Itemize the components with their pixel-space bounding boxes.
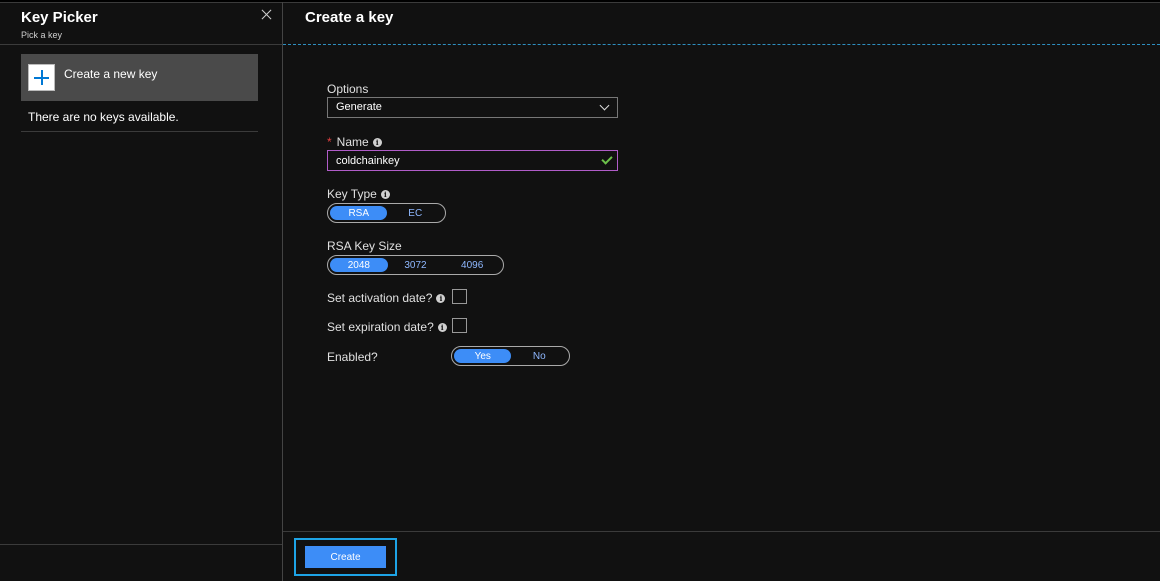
expiration-date-label: Set expiration date? [327, 320, 434, 334]
name-label-row: * Name i [327, 135, 382, 149]
key-picker-title: Key Picker [21, 9, 98, 26]
key-picker-subtitle: Pick a key [21, 30, 63, 40]
name-label: Name [336, 135, 369, 149]
required-marker: * [327, 135, 332, 149]
options-selected-value: Generate [336, 101, 382, 113]
create-new-key-tile[interactable]: Create a new key [21, 54, 258, 101]
key-type-label: Key Type [327, 187, 377, 201]
info-icon[interactable]: i [436, 294, 446, 304]
rsa-key-size-toggle: 2048 3072 4096 [327, 255, 504, 275]
create-button[interactable]: Create [305, 546, 386, 568]
close-icon[interactable] [259, 8, 275, 24]
list-divider [21, 131, 258, 132]
activation-date-label-row: Set activation date? i [327, 291, 446, 305]
activation-date-label: Set activation date? [327, 291, 433, 305]
info-icon[interactable]: i [380, 190, 390, 200]
key-picker-blade: Key Picker Pick a key Create a new key T… [0, 2, 282, 581]
footer-divider [0, 544, 282, 545]
info-icon[interactable]: i [372, 138, 382, 148]
key-size-option-4096[interactable]: 4096 [443, 258, 501, 272]
key-type-toggle: RSA EC [327, 203, 446, 223]
rsa-key-size-label: RSA Key Size [327, 239, 402, 253]
create-key-title: Create a key [305, 9, 394, 26]
enabled-label: Enabled? [327, 350, 378, 364]
info-icon[interactable]: i [437, 323, 447, 333]
header-divider [283, 44, 1160, 45]
key-size-option-2048[interactable]: 2048 [330, 258, 388, 272]
chevron-down-icon [599, 100, 610, 111]
key-type-option-ec[interactable]: EC [387, 206, 443, 220]
enabled-option-yes[interactable]: Yes [454, 349, 512, 363]
expiration-date-label-row: Set expiration date? i [327, 320, 447, 334]
key-type-label-row: Key Type i [327, 187, 390, 201]
header-divider [0, 44, 282, 45]
create-key-blade: Create a key Options Generate *Namei Key… [283, 2, 1160, 581]
plus-icon [28, 64, 55, 91]
key-type-option-rsa[interactable]: RSA [330, 206, 388, 220]
expiration-date-checkbox[interactable] [452, 318, 467, 333]
options-select[interactable]: Generate [327, 97, 618, 118]
create-new-key-label: Create a new key [64, 67, 158, 81]
options-label: Options [327, 82, 369, 96]
empty-keys-message: There are no keys available. [28, 110, 179, 124]
name-input[interactable] [327, 150, 618, 171]
footer-divider [283, 531, 1160, 532]
key-size-option-3072[interactable]: 3072 [388, 258, 444, 272]
enabled-option-no[interactable]: No [511, 349, 567, 363]
enabled-toggle: Yes No [451, 346, 570, 366]
activation-date-checkbox[interactable] [452, 289, 467, 304]
